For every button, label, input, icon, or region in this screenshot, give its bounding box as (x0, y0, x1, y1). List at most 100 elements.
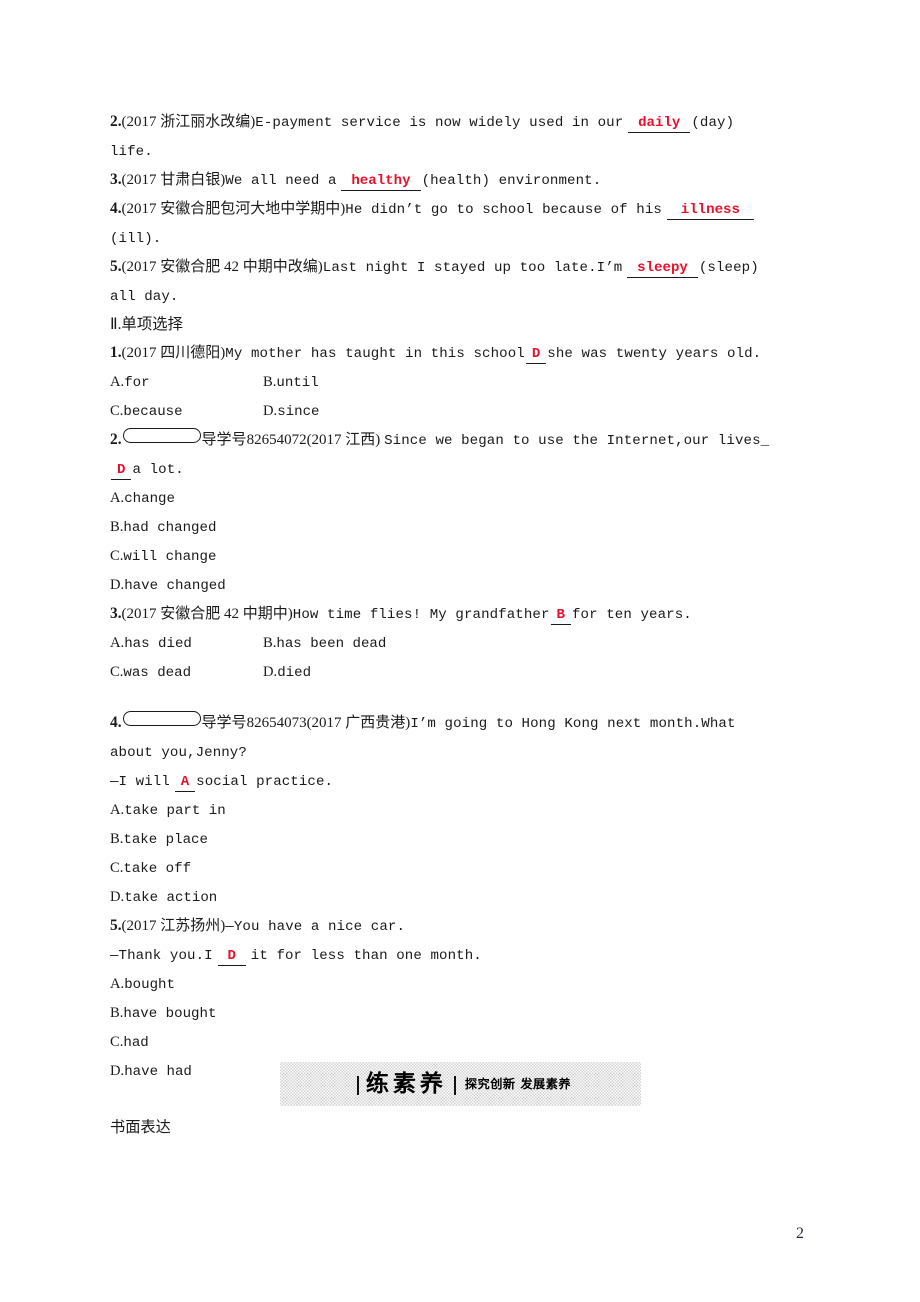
option-text: have bought (123, 1006, 217, 1022)
option-row: D.take action (110, 883, 810, 912)
stem-after: she was twenty years old. (547, 346, 762, 362)
banner-divider-right-icon (453, 1075, 456, 1095)
mc-question: 1.(2017 四川德阳)My mother has taught in thi… (110, 339, 810, 426)
option-label: C. (110, 860, 124, 876)
guide-number: 82654073 (246, 715, 307, 731)
fill-in-item: 2.(2017 浙江丽水改编)E-payment service is now … (110, 108, 810, 137)
question-number: 5. (110, 917, 122, 934)
option-b[interactable]: B.have bought (110, 999, 216, 1028)
answer-blank[interactable]: sleepy (627, 260, 698, 278)
option-a[interactable]: A.for (110, 368, 263, 397)
question-source: (2017 安徽合肥 42 中期中) (121, 606, 293, 622)
option-d[interactable]: D.take action (110, 883, 217, 912)
option-b[interactable]: B.take place (110, 825, 208, 854)
option-a[interactable]: A.take part in (110, 796, 226, 825)
continuation-text: (ill). (110, 231, 162, 247)
option-label: D. (263, 403, 278, 419)
stem-after: a lot. (132, 462, 184, 478)
question-stem: 5.(2017 江苏扬州)—You have a nice car. (110, 912, 810, 941)
mc-question: 4. 导学号82654073(2017 广西贵港)I’m going to Hon… (110, 709, 810, 912)
option-text: for (124, 375, 150, 391)
question-stem: 4. 导学号82654073(2017 广西贵港)I’m going to Hon… (110, 709, 810, 738)
option-d[interactable]: D.died (263, 658, 311, 687)
option-label: B. (263, 374, 277, 390)
question-stem: 1.(2017 四川德阳)My mother has taught in thi… (110, 339, 810, 368)
option-c[interactable]: C.will change (110, 542, 216, 571)
guide-label: 导学号 (201, 715, 247, 731)
dialog-before: —Thank you.I (110, 948, 213, 964)
option-c[interactable]: C.take off (110, 854, 191, 883)
item-number: 2. (110, 113, 122, 130)
option-a[interactable]: A.change (110, 484, 175, 513)
option-text: until (276, 375, 319, 391)
guide-number: 82654072 (246, 432, 307, 448)
option-d[interactable]: D.have had (110, 1057, 192, 1086)
fill-in-item-continuation: (ill). (110, 224, 810, 253)
option-list: A.for B.until C.because D.since (110, 368, 810, 426)
item-text-after: (health) environment. (421, 173, 602, 189)
option-list: A.change B.had changed C.will change D.h… (110, 484, 810, 600)
capsule-marker-icon (122, 428, 201, 443)
item-source: (2017 安徽合肥 42 中期中改编) (121, 259, 323, 275)
answer-blank[interactable]: A (174, 774, 196, 792)
option-row: B.take place (110, 825, 810, 854)
dialog-after: social practice. (196, 774, 334, 790)
question-dialog-line: —Thank you.I D it for less than one mont… (110, 941, 810, 970)
option-text: take place (123, 832, 208, 848)
option-text: change (124, 491, 175, 507)
option-row: A.for B.until (110, 368, 810, 397)
option-c[interactable]: C.had (110, 1028, 149, 1057)
option-text: will change (123, 549, 217, 565)
option-label: D. (263, 664, 278, 680)
option-text: had (123, 1035, 149, 1051)
option-text: take off (123, 861, 192, 877)
option-text: because (123, 404, 183, 420)
option-a[interactable]: A.has died (110, 629, 263, 658)
answer-blank[interactable]: D (217, 948, 246, 966)
question-stem: 3.(2017 安徽合肥 42 中期中)How time flies! My g… (110, 600, 810, 629)
option-d[interactable]: D.have changed (110, 571, 226, 600)
item-text-after: (day) (691, 115, 735, 131)
item-text-after: (sleep) (698, 260, 759, 276)
answer-blank[interactable]: daily (628, 115, 691, 133)
option-row: C.because D.since (110, 397, 810, 426)
option-row: A.change (110, 484, 810, 513)
answer-blank[interactable]: healthy (341, 173, 421, 191)
mc-question: 3.(2017 安徽合肥 42 中期中)How time flies! My g… (110, 600, 810, 687)
option-label: D. (110, 577, 125, 593)
option-c[interactable]: C.because (110, 397, 263, 426)
answer-blank[interactable]: D (111, 462, 132, 480)
continuation-text: all day. (110, 289, 179, 305)
item-number: 4. (110, 200, 122, 217)
option-list: A.has died B.has been dead C.was dead D.di… (110, 629, 810, 687)
continuation-text: life. (110, 144, 153, 160)
banner-subtitle: 探究创新 发展素养 (464, 1076, 572, 1091)
option-label: B. (110, 519, 124, 535)
fill-in-section: 2.(2017 浙江丽水改编)E-payment service is now … (110, 108, 810, 311)
option-label: A. (110, 374, 125, 390)
option-b[interactable]: B.has been dead (263, 629, 386, 658)
item-text-before: E-payment service is now widely used in … (255, 115, 624, 131)
answer-blank[interactable]: B (550, 607, 571, 625)
option-c[interactable]: C.was dead (110, 658, 263, 687)
stem-before: My mother has taught in this school (225, 346, 525, 362)
fill-in-item-continuation: all day. (110, 282, 810, 311)
option-b[interactable]: B.had changed (110, 513, 216, 542)
capsule-marker-icon (122, 711, 201, 726)
option-label: A. (110, 976, 125, 992)
option-row: C.take off (110, 854, 810, 883)
option-row: A.has died B.has been dead (110, 629, 810, 658)
option-row: A.take part in (110, 796, 810, 825)
item-source: (2017 甘肃白银) (121, 172, 226, 188)
option-b[interactable]: B.until (263, 368, 319, 397)
option-row: B.have bought (110, 999, 810, 1028)
banner-content: 练素养 探究创新 发展素养 (280, 1062, 641, 1106)
option-label: A. (110, 635, 125, 651)
answer-blank[interactable]: illness (666, 202, 754, 220)
option-d[interactable]: D.since (263, 397, 320, 426)
option-row: D.have changed (110, 571, 810, 600)
answer-blank[interactable]: D (525, 346, 547, 364)
option-a[interactable]: A.bought (110, 970, 175, 999)
item-source: (2017 安徽合肥包河大地中学期中) (121, 201, 346, 217)
option-text: had changed (123, 520, 217, 536)
